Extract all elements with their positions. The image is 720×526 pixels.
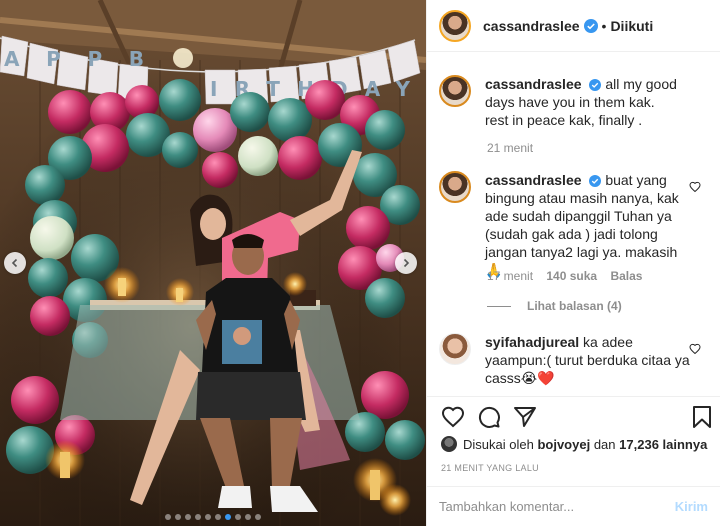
comment-meta: 17 menit 140 suka Balas xyxy=(487,269,652,283)
slide-dot xyxy=(205,514,211,520)
caption-comment: cassandraslee all my good days have you … xyxy=(439,75,715,129)
reply-button[interactable]: Balas xyxy=(610,269,642,283)
likes-prefix: Disukai oleh xyxy=(463,436,534,452)
slide-indicator xyxy=(0,514,426,520)
likes-summary[interactable]: Disukai oleh bojvoyej dan 17,236 lainnya xyxy=(441,436,707,452)
comment-input[interactable] xyxy=(439,499,675,514)
comment-username[interactable]: cassandraslee xyxy=(485,76,582,92)
comment-avatar[interactable] xyxy=(439,75,471,107)
likes-count[interactable]: 17,236 lainnya xyxy=(619,437,707,452)
verified-icon xyxy=(589,175,602,187)
comments-list: cassandraslee all my good days have you … xyxy=(427,53,720,396)
verified-icon xyxy=(583,18,598,33)
comment-body: cassandraslee buat yang bingung atau mas… xyxy=(485,171,690,279)
post-timestamp[interactable]: 21 MENIT YANG LALU xyxy=(441,463,539,473)
comment-username[interactable]: syifahadjureal xyxy=(485,334,579,350)
slide-dot xyxy=(175,514,181,520)
bookmark-icon[interactable] xyxy=(691,405,713,429)
post-photo[interactable]: APPB IRTHDAY xyxy=(0,0,426,526)
author-avatar[interactable] xyxy=(439,9,471,42)
author-username[interactable]: cassandraslee xyxy=(483,18,580,34)
comment-item: cassandraslee buat yang bingung atau mas… xyxy=(439,171,715,279)
next-slide-button[interactable] xyxy=(395,252,417,274)
liker-username[interactable]: bojvoyej xyxy=(537,437,590,452)
comment-avatar[interactable] xyxy=(439,171,471,203)
post-actions xyxy=(427,396,720,436)
chevron-right-icon xyxy=(403,258,410,268)
instagram-post: APPB IRTHDAY xyxy=(0,0,720,526)
comment-likes[interactable]: 140 suka xyxy=(546,269,597,283)
heart-icon[interactable] xyxy=(689,343,701,355)
share-icon[interactable] xyxy=(513,405,537,429)
heart-icon[interactable] xyxy=(441,405,465,429)
birthday-photo-illustration: APPB IRTHDAY xyxy=(0,0,426,526)
replies-divider xyxy=(487,305,511,307)
chevron-left-icon xyxy=(11,258,18,268)
likes-connector: dan xyxy=(593,436,616,452)
liker-avatar xyxy=(441,436,457,452)
view-replies-button[interactable]: Lihat balasan (4) xyxy=(487,299,622,313)
comment-body: syifahadjureal ka adee yaampun:( turut b… xyxy=(485,333,690,387)
comment-icon[interactable] xyxy=(477,405,501,429)
slide-dot xyxy=(215,514,221,520)
post-header: cassandraslee • Diikuti xyxy=(427,0,720,52)
comment-time[interactable]: 17 menit xyxy=(487,269,533,283)
comment-body: cassandraslee all my good days have you … xyxy=(485,75,690,129)
comment-time[interactable]: 21 menit xyxy=(487,141,533,155)
heart-icon[interactable] xyxy=(689,181,701,193)
slide-dot xyxy=(185,514,191,520)
comment-username[interactable]: cassandraslee xyxy=(485,172,582,188)
comment-item: syifahadjureal ka adee yaampun:( turut b… xyxy=(439,333,715,387)
comment-composer: Kirim xyxy=(427,486,720,526)
previous-slide-button[interactable] xyxy=(4,252,26,274)
post-comment-button[interactable]: Kirim xyxy=(675,499,708,514)
slide-dot xyxy=(255,514,261,520)
slide-dot xyxy=(165,514,171,520)
slide-dot xyxy=(195,514,201,520)
comment-avatar[interactable] xyxy=(439,333,471,365)
follow-status[interactable]: • Diikuti xyxy=(602,18,654,34)
caption-meta: 21 menit xyxy=(487,141,543,155)
slide-dot xyxy=(245,514,251,520)
post-side-panel: cassandraslee • Diikuti cassandraslee all… xyxy=(426,0,720,526)
slide-dot xyxy=(225,514,231,520)
verified-icon xyxy=(589,79,602,91)
slide-dot xyxy=(235,514,241,520)
view-replies-label: Lihat balasan (4) xyxy=(527,299,622,313)
